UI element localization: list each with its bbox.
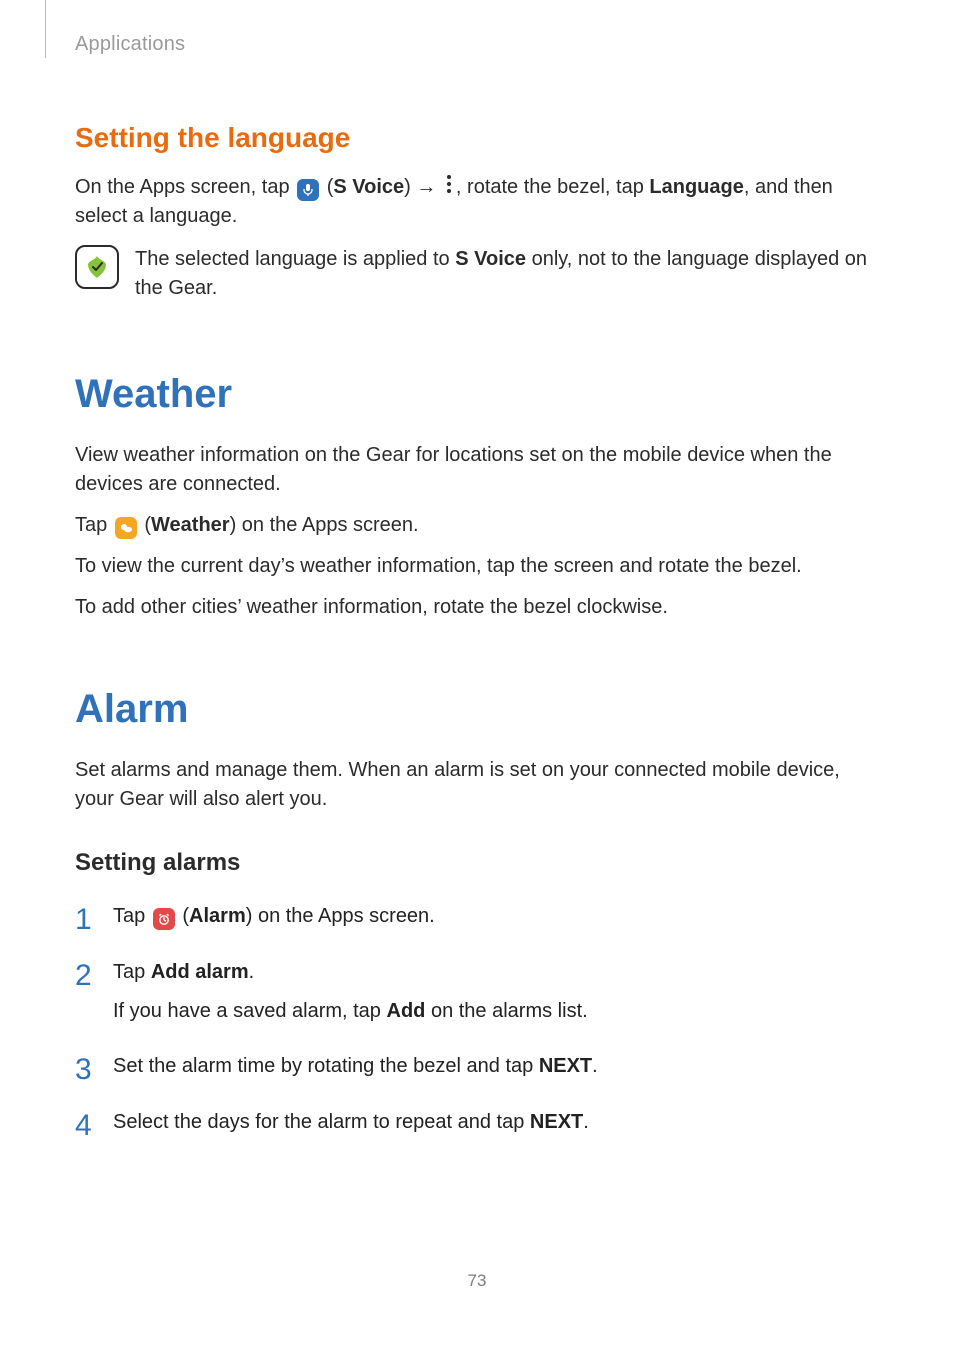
weather-icon bbox=[115, 517, 137, 539]
text: . bbox=[592, 1055, 598, 1077]
text: On the Apps screen, tap bbox=[75, 176, 295, 198]
text: ) bbox=[404, 176, 416, 198]
paragraph-weather-1: View weather information on the Gear for… bbox=[75, 441, 879, 499]
note-icon bbox=[75, 245, 119, 289]
page: Applications Setting the language On the… bbox=[0, 0, 954, 1350]
text: . bbox=[583, 1111, 589, 1133]
steps-list: Tap (Alarm) on the Apps screen. Tap Add … bbox=[75, 902, 879, 1138]
next-label: NEXT bbox=[539, 1055, 592, 1077]
text: If you have a saved alarm, tap bbox=[113, 1000, 387, 1022]
step-text: Set the alarm time by rotating the bezel… bbox=[113, 1052, 879, 1081]
step-text: Select the days for the alarm to repeat … bbox=[113, 1108, 879, 1137]
paragraph-weather-3: To view the current day’s weather inform… bbox=[75, 552, 879, 581]
step-3: Set the alarm time by rotating the bezel… bbox=[75, 1052, 879, 1082]
text: The selected language is applied to bbox=[135, 248, 455, 270]
text: ( bbox=[321, 176, 333, 198]
paragraph-alarm-intro: Set alarms and manage them. When an alar… bbox=[75, 756, 879, 814]
note-text: The selected language is applied to S Vo… bbox=[135, 245, 879, 303]
text: Set the alarm time by rotating the bezel… bbox=[113, 1055, 539, 1077]
weather-label: Weather bbox=[151, 514, 230, 536]
step-subtext: If you have a saved alarm, tap Add on th… bbox=[113, 997, 879, 1026]
add-label: Add bbox=[387, 1000, 426, 1022]
add-alarm-label: Add alarm bbox=[151, 961, 249, 983]
section-alarm: Alarm Set alarms and manage them. When a… bbox=[75, 680, 879, 1139]
section-weather: Weather View weather information on the … bbox=[75, 365, 879, 622]
step-2: Tap Add alarm. If you have a saved alarm… bbox=[75, 958, 879, 1026]
svoice-icon bbox=[297, 179, 319, 201]
text: . bbox=[249, 961, 255, 983]
next-label: NEXT bbox=[530, 1111, 583, 1133]
header-rule bbox=[45, 0, 46, 58]
alarm-icon bbox=[153, 908, 175, 930]
text: on the alarms list. bbox=[425, 1000, 587, 1022]
step-text: Tap Add alarm. bbox=[113, 958, 879, 987]
note-block: The selected language is applied to S Vo… bbox=[75, 245, 879, 315]
section-setting-language: Setting the language On the Apps screen,… bbox=[75, 118, 879, 315]
paragraph-weather-4: To add other cities’ weather information… bbox=[75, 593, 879, 622]
text: , rotate the bezel, tap bbox=[456, 176, 649, 198]
text: ( bbox=[177, 905, 189, 927]
text: ) on the Apps screen. bbox=[230, 514, 419, 536]
text: ) on the Apps screen. bbox=[246, 905, 435, 927]
step-text: Tap (Alarm) on the Apps screen. bbox=[113, 902, 879, 931]
text: Tap bbox=[75, 514, 113, 536]
alarm-label: Alarm bbox=[189, 905, 246, 927]
heading-weather: Weather bbox=[75, 365, 879, 423]
page-header: Applications bbox=[75, 30, 879, 58]
svoice-label: S Voice bbox=[333, 176, 404, 198]
page-number: 73 bbox=[0, 1269, 954, 1294]
breadcrumb: Applications bbox=[75, 33, 185, 55]
paragraph-weather-2: Tap (Weather) on the Apps screen. bbox=[75, 511, 879, 540]
heading-setting-language: Setting the language bbox=[75, 118, 879, 159]
paragraph-language-1: On the Apps screen, tap (S Voice) → , ro… bbox=[75, 173, 879, 231]
more-options-icon bbox=[444, 175, 454, 195]
step-1: Tap (Alarm) on the Apps screen. bbox=[75, 902, 879, 932]
text: Tap bbox=[113, 961, 151, 983]
text: Select the days for the alarm to repeat … bbox=[113, 1111, 530, 1133]
step-4: Select the days for the alarm to repeat … bbox=[75, 1108, 879, 1138]
text: Tap bbox=[113, 905, 151, 927]
arrow-icon: → bbox=[416, 176, 436, 198]
heading-alarm: Alarm bbox=[75, 680, 879, 738]
text: ( bbox=[139, 514, 151, 536]
language-label: Language bbox=[649, 176, 743, 198]
svoice-label: S Voice bbox=[455, 248, 526, 270]
heading-setting-alarms: Setting alarms bbox=[75, 846, 879, 881]
